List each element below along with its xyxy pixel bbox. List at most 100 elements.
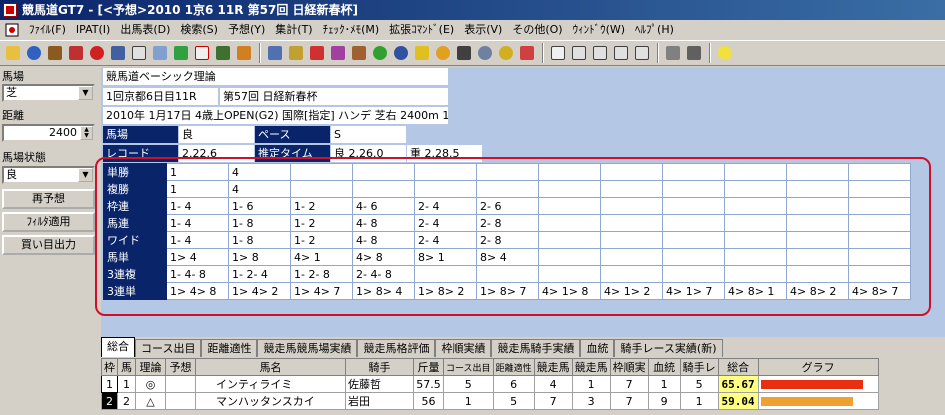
kyori-stepper[interactable]: 2400 ▲ ▼ bbox=[2, 124, 95, 142]
horse-name[interactable]: マンハッタンスカイ bbox=[195, 392, 346, 410]
toolbar-separator bbox=[259, 43, 261, 63]
jotai-label: 馬場状態 bbox=[2, 151, 46, 164]
filter-apply-button[interactable]: ﾌｨﾙﾀ適用 bbox=[2, 212, 95, 232]
medal-icon[interactable] bbox=[433, 44, 452, 63]
baba-label: 馬場 bbox=[2, 70, 24, 83]
target-icon[interactable] bbox=[370, 44, 389, 63]
menu-ipat[interactable]: IPAT(I) bbox=[71, 21, 115, 39]
menu-check-memo[interactable]: ﾁｪｯｸ･ﾒﾓ(M) bbox=[318, 21, 385, 39]
note-icon[interactable] bbox=[265, 44, 284, 63]
cascade-icon[interactable] bbox=[632, 44, 651, 63]
tab-course-deme[interactable]: コース出目 bbox=[135, 339, 202, 357]
grid-icon[interactable] bbox=[150, 44, 169, 63]
open-icon[interactable] bbox=[3, 44, 22, 63]
menu-file[interactable]: ﾌｧｲﾙ(F) bbox=[24, 21, 71, 39]
table-icon[interactable] bbox=[129, 44, 148, 63]
col-header[interactable]: 理論 bbox=[135, 358, 166, 376]
book-icon[interactable] bbox=[66, 44, 85, 63]
col-header[interactable]: 馬名 bbox=[195, 358, 346, 376]
calendar-icon[interactable] bbox=[192, 44, 211, 63]
horse-list-icon[interactable] bbox=[45, 44, 64, 63]
bookmark-icon[interactable] bbox=[307, 44, 326, 63]
tile-view-icon[interactable] bbox=[611, 44, 630, 63]
database-icon[interactable] bbox=[108, 44, 127, 63]
table-row[interactable]: 2 2 △ マンハッタンスカイ 岩田 56 1 5 7 3 7 9 1 59.0… bbox=[101, 392, 879, 410]
menu-yoso[interactable]: 予想(Y) bbox=[223, 21, 270, 39]
person-icon[interactable] bbox=[24, 44, 43, 63]
riron-mark: ◎ bbox=[135, 375, 166, 393]
yoso-mark[interactable] bbox=[165, 392, 196, 410]
kaime-output-button[interactable]: 買い目出力 bbox=[2, 235, 95, 255]
badge-icon[interactable] bbox=[391, 44, 410, 63]
col-header[interactable]: 騎手レ bbox=[679, 358, 719, 376]
help-icon[interactable] bbox=[715, 44, 734, 63]
chevron-down-icon[interactable]: ▼ bbox=[78, 168, 93, 182]
col-header[interactable]: 馬 bbox=[117, 358, 136, 376]
menu-shukei[interactable]: 集計(T) bbox=[270, 21, 317, 39]
money-icon[interactable] bbox=[286, 44, 305, 63]
col-header[interactable]: 騎手 bbox=[345, 358, 414, 376]
table-row[interactable]: 1 1 ◎ インティライミ 佐藤哲 57.5 5 6 4 1 7 1 5 65.… bbox=[101, 375, 879, 393]
col-header[interactable]: 血統 bbox=[647, 358, 681, 376]
bars-icon[interactable] bbox=[684, 44, 703, 63]
list-view-icon[interactable] bbox=[590, 44, 609, 63]
page-icon[interactable] bbox=[548, 44, 567, 63]
pin-icon[interactable] bbox=[328, 44, 347, 63]
col-header[interactable]: コース出目 bbox=[443, 358, 494, 376]
analysis-tabs: 総合 コース出目 距離適性 競走馬競馬場実績 競走馬格評価 枠順実績 競走馬騎手… bbox=[101, 337, 945, 357]
stat-cell: 1 bbox=[679, 392, 719, 410]
stack-icon[interactable] bbox=[234, 44, 253, 63]
kinryo-cell: 56 bbox=[413, 392, 444, 410]
stat-cell: 1 bbox=[443, 392, 494, 410]
stat-cell: 6 bbox=[492, 375, 535, 393]
horse-race-icon[interactable] bbox=[349, 44, 368, 63]
menu-view[interactable]: 表示(V) bbox=[459, 21, 507, 39]
tab-kaku-hyoka[interactable]: 競走馬格評価 bbox=[357, 339, 436, 357]
menu-other[interactable]: その他(O) bbox=[507, 21, 567, 39]
tab-ketto[interactable]: 血統 bbox=[580, 339, 615, 357]
menu-help[interactable]: ﾍﾙﾌﾟ(H) bbox=[630, 21, 679, 39]
re-yoso-button[interactable]: 再予想 bbox=[2, 189, 95, 209]
tab-wakujun[interactable]: 枠順実績 bbox=[435, 339, 492, 357]
spin-arrows-icon[interactable]: ▲ ▼ bbox=[80, 126, 93, 140]
chart-icon[interactable] bbox=[171, 44, 190, 63]
tab-kyori-tekisei[interactable]: 距離適性 bbox=[201, 339, 258, 357]
plus-icon[interactable] bbox=[517, 44, 536, 63]
baba-select[interactable]: 芝 ▼ bbox=[2, 84, 95, 102]
score-bar bbox=[760, 396, 853, 406]
col-header[interactable]: 斤量 bbox=[413, 358, 444, 376]
col-header[interactable]: 予想 bbox=[165, 358, 196, 376]
mdi-doc-icon[interactable] bbox=[5, 23, 21, 37]
tab-kishu-race[interactable]: 騎手レース実績(新) bbox=[614, 339, 723, 357]
gear-icon[interactable] bbox=[475, 44, 494, 63]
menu-shutsuba[interactable]: 出馬表(D) bbox=[115, 21, 175, 39]
mountain-icon[interactable] bbox=[213, 44, 232, 63]
graph-cell bbox=[757, 375, 879, 393]
chevron-down-icon[interactable]: ▼ bbox=[78, 86, 93, 100]
col-header[interactable]: 競走馬 bbox=[571, 358, 611, 376]
wrench-icon[interactable] bbox=[663, 44, 682, 63]
grid-view-icon[interactable] bbox=[569, 44, 588, 63]
col-header[interactable]: 枠 bbox=[101, 358, 118, 376]
menu-window[interactable]: ｳｨﾝﾄﾞｳ(W) bbox=[568, 21, 630, 39]
jockey-icon[interactable] bbox=[87, 44, 106, 63]
yoso-mark[interactable] bbox=[165, 375, 196, 393]
tab-keibajo-jisseki[interactable]: 競走馬競馬場実績 bbox=[257, 339, 358, 357]
coin-icon[interactable] bbox=[496, 44, 515, 63]
app-icon bbox=[3, 3, 17, 17]
tab-kishu-jisseki[interactable]: 競走馬騎手実績 bbox=[491, 339, 581, 357]
col-header[interactable]: 総合 bbox=[717, 358, 759, 376]
trophy-icon[interactable] bbox=[412, 44, 431, 63]
col-header[interactable]: 距離適性 bbox=[492, 358, 535, 376]
menu-extend[interactable]: 拡張ｺﾏﾝﾄﾞ(E) bbox=[384, 21, 459, 39]
jotai-select[interactable]: 良 ▼ bbox=[2, 166, 95, 184]
col-header[interactable]: 競走馬 bbox=[533, 358, 573, 376]
search-horse-icon[interactable] bbox=[454, 44, 473, 63]
menu-search[interactable]: 検索(S) bbox=[175, 21, 223, 39]
col-header[interactable]: グラフ bbox=[757, 358, 879, 376]
kinryo-cell: 57.5 bbox=[413, 375, 444, 393]
tab-sogo[interactable]: 総合 bbox=[101, 337, 135, 357]
baba-select-value: 芝 bbox=[6, 86, 17, 99]
col-header[interactable]: 枠順実 bbox=[609, 358, 649, 376]
horse-name[interactable]: インティライミ bbox=[195, 375, 346, 393]
